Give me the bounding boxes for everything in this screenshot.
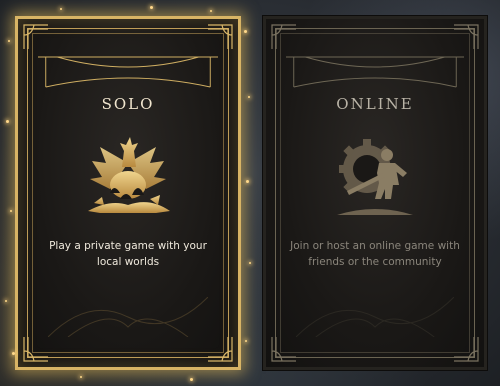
corner-ornament-icon	[452, 335, 480, 363]
corner-ornament-icon	[206, 335, 234, 363]
warrior-gear-emblem-icon	[327, 133, 423, 221]
header-arch-ornament	[286, 55, 464, 89]
filigree-ornament	[48, 297, 208, 337]
corner-ornament-icon	[270, 335, 298, 363]
online-mode-card[interactable]: ONLINE Join or host an online game with …	[263, 16, 487, 370]
card-title: SOLO	[101, 95, 155, 113]
corner-ornament-icon	[270, 23, 298, 51]
filigree-ornament	[296, 297, 454, 337]
corner-ornament-icon	[452, 23, 480, 51]
header-arch-ornament	[38, 55, 218, 89]
card-title: ONLINE	[336, 95, 414, 113]
dragon-emblem-icon	[80, 133, 176, 221]
corner-ornament-icon	[22, 23, 50, 51]
solo-mode-card[interactable]: SOLO Play a private game with your local…	[15, 16, 241, 370]
card-description: Join or host an online game with friends…	[290, 240, 460, 268]
corner-ornament-icon	[206, 23, 234, 51]
corner-ornament-icon	[22, 335, 50, 363]
card-description: Play a private game with your local worl…	[49, 240, 207, 268]
